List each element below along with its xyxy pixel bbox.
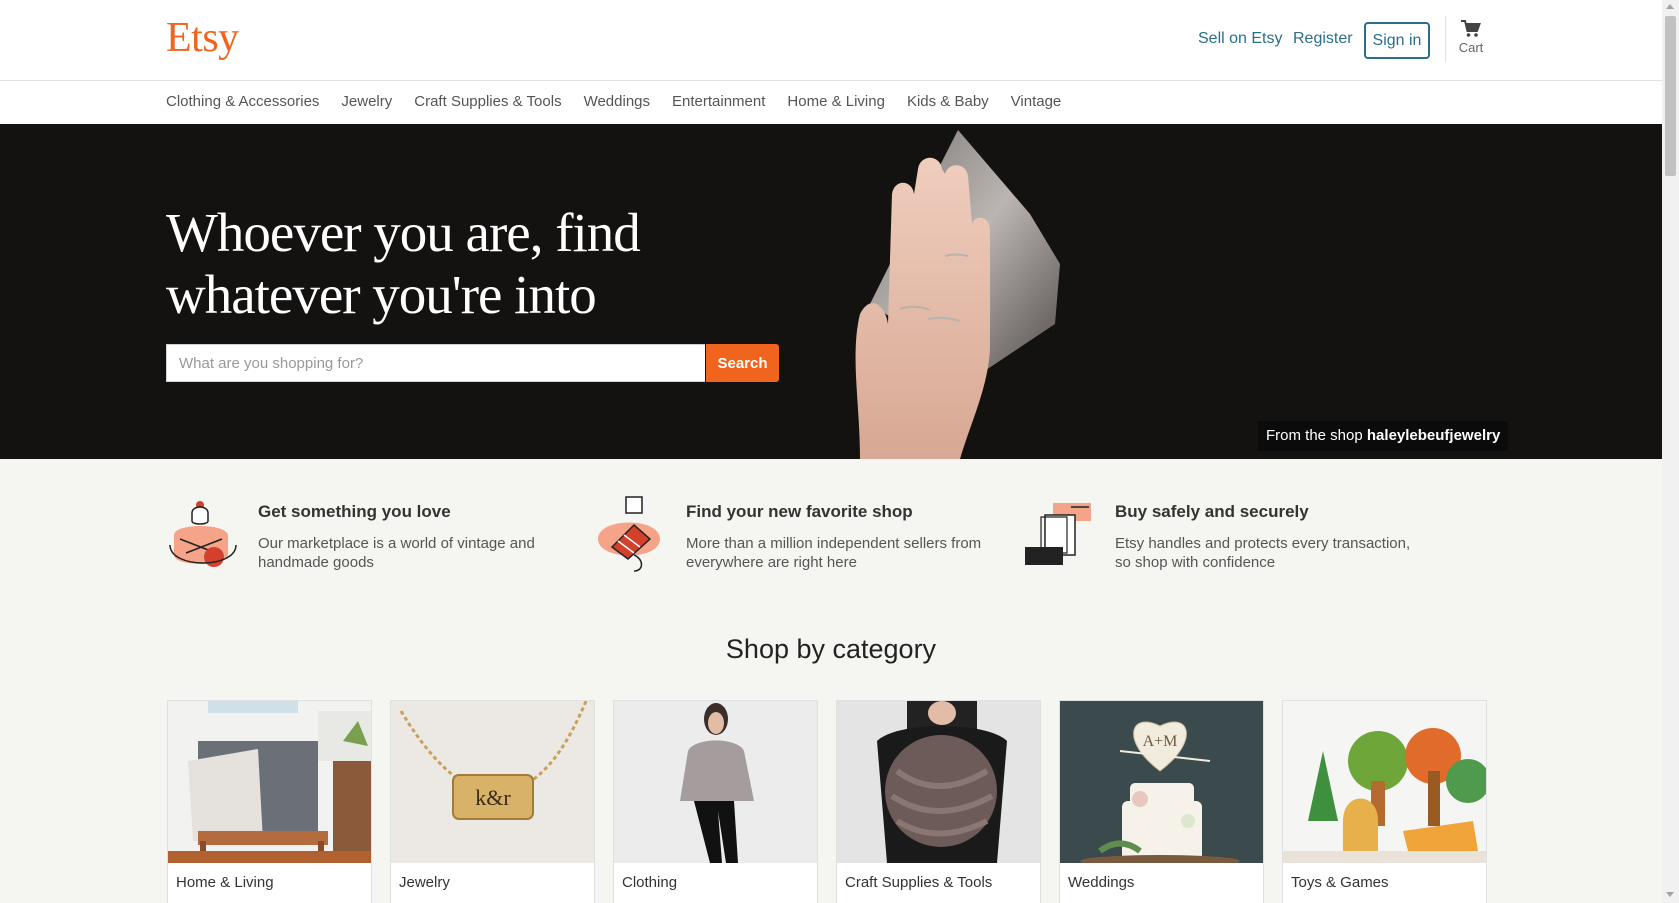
shop-illustration-icon	[598, 496, 660, 572]
love-illustration-icon	[169, 501, 237, 567]
category-label: Weddings	[1068, 874, 1135, 891]
nav-entertainment[interactable]: Entertainment	[672, 93, 765, 110]
svg-text:A+M: A+M	[1143, 733, 1178, 750]
cart-icon	[1454, 20, 1488, 38]
category-image	[1283, 701, 1486, 863]
category-image: A+M	[1060, 701, 1263, 863]
nav-weddings[interactable]: Weddings	[584, 93, 650, 110]
register-link[interactable]: Register	[1293, 30, 1353, 48]
category-label: Craft Supplies & Tools	[845, 874, 993, 891]
page: Etsy Sell on Etsy Register Sign in Cart …	[0, 0, 1662, 903]
nav-vintage[interactable]: Vintage	[1011, 93, 1062, 110]
search-input[interactable]	[166, 344, 705, 382]
category-card-clothing[interactable]: Clothing	[613, 700, 818, 903]
value-props: Get something you love Our marketplace i…	[166, 490, 1496, 580]
secure-illustration-icon	[1025, 503, 1091, 565]
category-card-weddings[interactable]: A+M Weddings	[1059, 700, 1264, 903]
category-grid: Home & Living k&r Jewelry Clothing Craft…	[167, 700, 1497, 903]
nav-kids-baby[interactable]: Kids & Baby	[907, 93, 989, 110]
shop-by-category-heading: Shop by category	[725, 634, 937, 664]
scroll-up-arrow-icon[interactable]	[1666, 4, 1674, 9]
category-image	[168, 701, 371, 863]
hero-headline: Whoever you are, find whatever you're in…	[166, 202, 726, 326]
category-nav: Clothing & Accessories Jewelry Craft Sup…	[0, 81, 1662, 125]
category-card-toys-games[interactable]: Toys & Games	[1282, 700, 1487, 903]
hero-headline-line2: whatever you're into	[166, 264, 597, 325]
value-prop-title: Find your new favorite shop	[686, 502, 913, 521]
hero-image	[855, 130, 1060, 459]
search-button[interactable]: Search	[706, 344, 779, 382]
value-prop-title: Buy safely and securely	[1115, 502, 1309, 521]
hero-banner: Whoever you are, find whatever you're in…	[0, 124, 1662, 459]
cart-label: Cart	[1458, 40, 1484, 55]
value-prop-desc: Etsy handles and protects every transact…	[1115, 535, 1411, 571]
page-scrollbar[interactable]	[1662, 0, 1679, 903]
category-image: k&r	[391, 701, 594, 863]
nav-clothing-accessories[interactable]: Clothing & Accessories	[166, 93, 319, 110]
category-card-craft-supplies[interactable]: Craft Supplies & Tools	[836, 700, 1041, 903]
value-prop-desc: More than a million independent sellers …	[686, 535, 982, 571]
scroll-thumb[interactable]	[1665, 16, 1676, 176]
sign-in-button[interactable]: Sign in	[1364, 22, 1430, 59]
category-label: Toys & Games	[1291, 874, 1389, 891]
value-prop-title: Get something you love	[258, 502, 451, 521]
nav-home-living[interactable]: Home & Living	[787, 93, 885, 110]
category-image	[837, 701, 1040, 863]
hero-headline-line1: Whoever you are, find	[166, 202, 641, 263]
category-image	[614, 701, 817, 863]
nav-craft-supplies[interactable]: Craft Supplies & Tools	[414, 93, 561, 110]
category-card-home-living[interactable]: Home & Living	[167, 700, 372, 903]
category-label: Jewelry	[399, 874, 450, 891]
svg-text:k&r: k&r	[475, 785, 511, 810]
category-card-jewelry[interactable]: k&r Jewelry	[390, 700, 595, 903]
site-header: Etsy Sell on Etsy Register Sign in Cart	[0, 0, 1662, 81]
scroll-down-arrow-icon[interactable]	[1666, 892, 1674, 897]
sell-on-etsy-link[interactable]: Sell on Etsy	[1198, 30, 1282, 48]
photo-credit-prefix: From the shop	[1266, 427, 1367, 444]
category-label: Home & Living	[176, 874, 274, 891]
header-divider	[1445, 16, 1446, 62]
photo-credit-shop[interactable]: haleylebeufjewelry	[1367, 427, 1500, 444]
search-form: Search	[166, 344, 779, 382]
cart-button[interactable]: Cart	[1454, 20, 1488, 55]
value-prop-desc: Our marketplace is a world of vintage an…	[258, 535, 535, 571]
etsy-logo[interactable]: Etsy	[166, 14, 239, 62]
category-label: Clothing	[622, 874, 678, 891]
nav-jewelry[interactable]: Jewelry	[341, 93, 392, 110]
photo-credit[interactable]: From the shop haleylebeufjewelry	[1258, 421, 1509, 451]
